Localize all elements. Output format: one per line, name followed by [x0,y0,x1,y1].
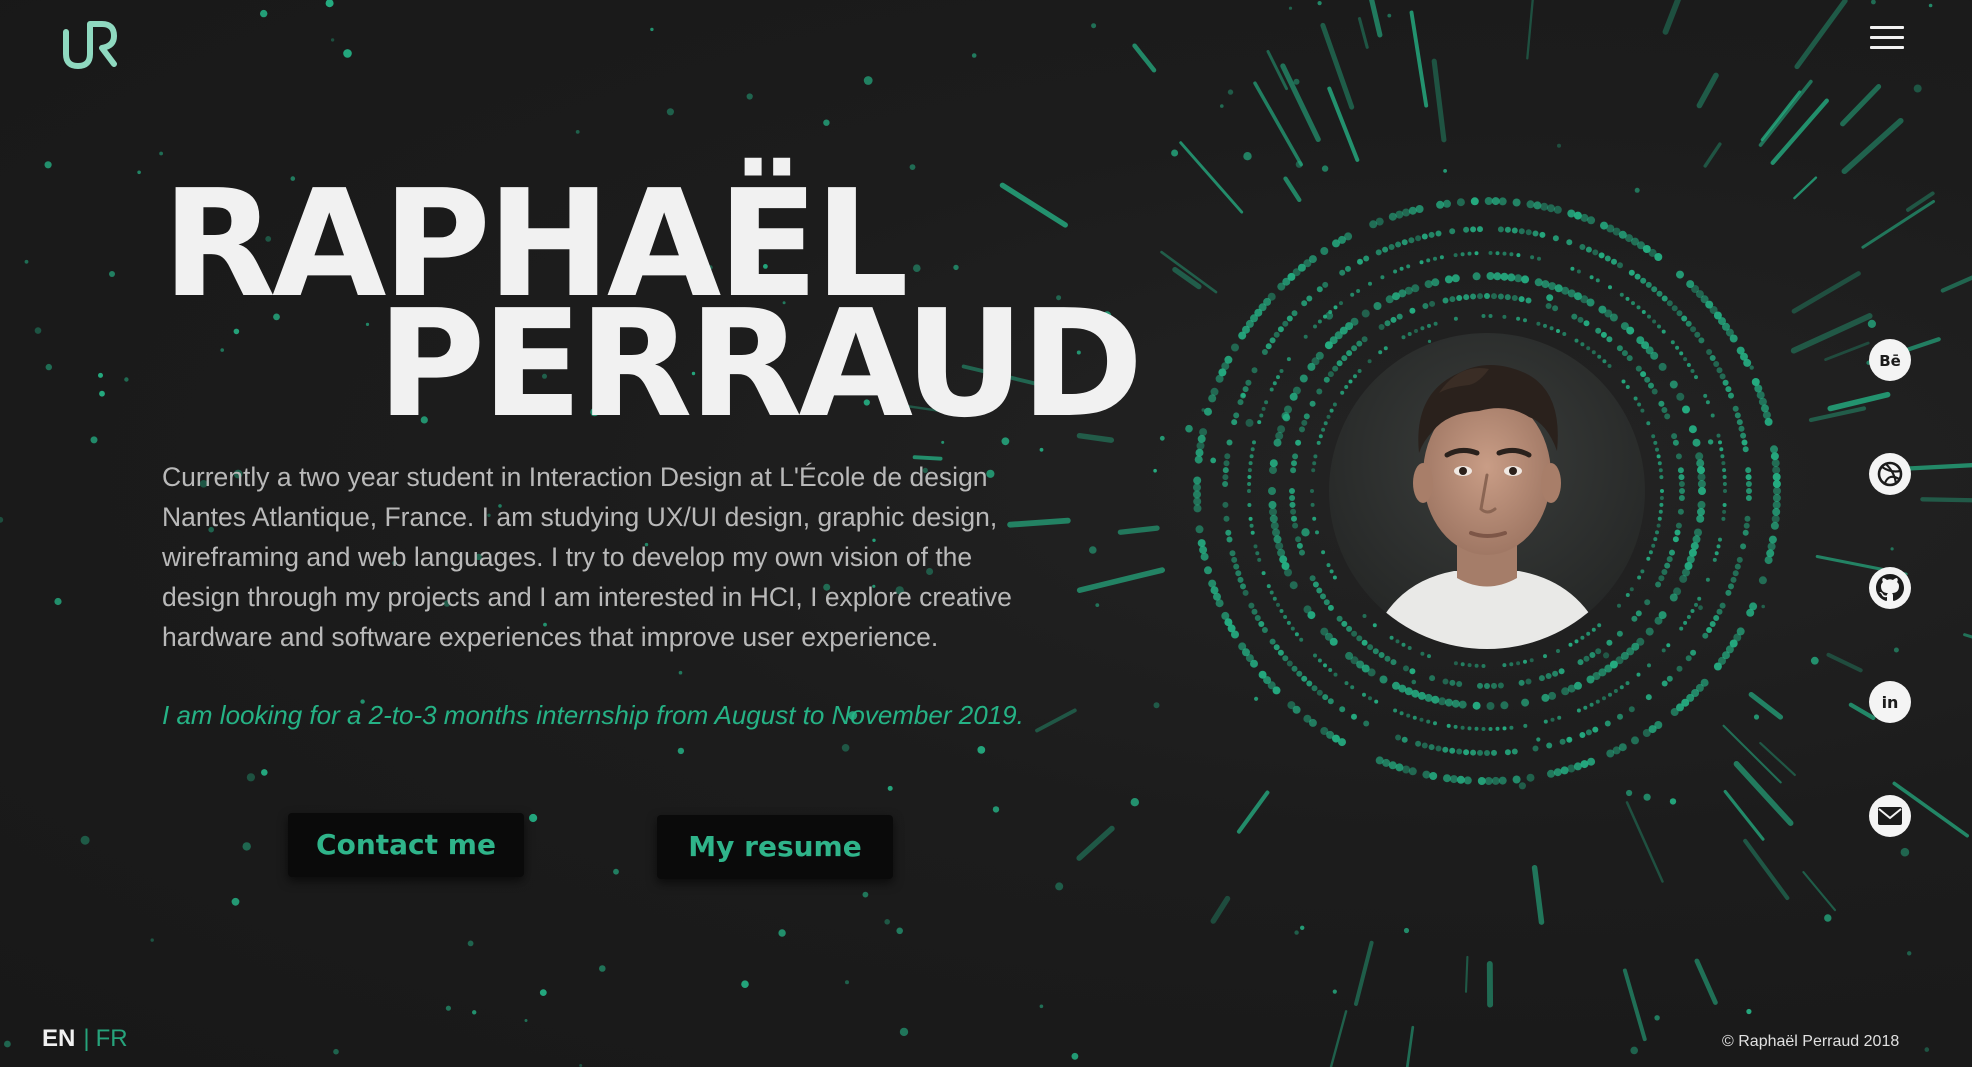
hamburger-menu-icon[interactable] [1870,26,1906,56]
lang-separator: | [83,1025,90,1052]
hero-bio: Currently a two year student in Interact… [162,462,1012,652]
contact-button[interactable]: Contact me [288,813,524,877]
dribbble-icon [1877,461,1903,487]
behance-icon-label: Bē [1879,352,1901,370]
internship-note: I am looking for a 2-to-3 months interns… [162,700,1024,730]
linkedin-icon-label: in [1882,693,1899,712]
mail-icon [1878,807,1902,825]
logo-mark-icon [63,21,117,69]
copyright: © Raphaël Perraud 2018 [1722,1033,1900,1050]
linkedin-icon: in [1882,693,1899,712]
resume-button[interactable]: My resume [657,815,893,879]
behance-link[interactable]: Bē [1869,339,1911,381]
dribbble-link[interactable] [1869,453,1911,495]
language-switcher: EN | FR [42,1024,128,1054]
linkedin-link[interactable]: in [1869,681,1911,723]
hero-last-name: PERRAUD [377,278,1144,450]
github-icon [1869,567,1911,609]
logo[interactable] [60,18,120,74]
lang-en-link[interactable]: EN [42,1025,75,1052]
profile-photo [1329,333,1645,649]
github-link[interactable] [1869,567,1911,609]
portrait-illustration [1369,365,1607,649]
behance-icon: Bē [1879,352,1901,370]
page: RAPHAËL PERRAUD Currently a two year stu… [0,0,1972,1067]
lang-fr-link[interactable]: FR [96,1025,128,1052]
mail-link[interactable] [1869,795,1911,837]
